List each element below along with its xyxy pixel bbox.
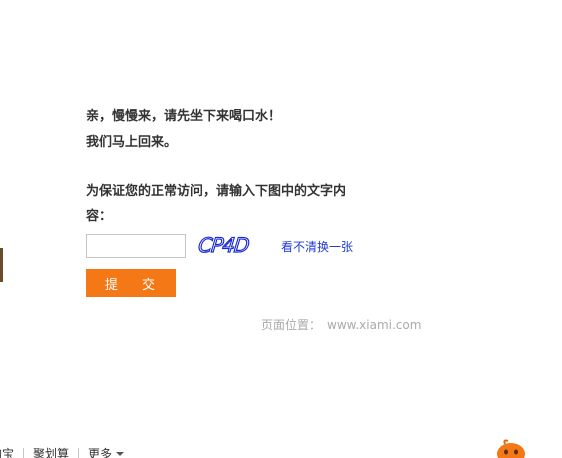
footer-item-juhuasuan[interactable]: 聚划算 (33, 445, 69, 458)
chevron-down-icon (116, 452, 125, 456)
captcha-image: CP4D (198, 232, 250, 257)
footer-more-label: 更多 (88, 446, 113, 458)
captcha-instruction: 为保证您的正常访问，请输入下图中的文字内 (86, 184, 347, 199)
decorative-edge (0, 248, 3, 282)
footer-divider (78, 447, 80, 458)
footer-divider (23, 447, 25, 458)
footer-item-taobao[interactable]: 淘宝 (0, 445, 14, 458)
captcha-instruction-continued: 容： (86, 209, 113, 224)
footer-nav: 淘宝 聚划算 更多 (0, 445, 125, 458)
message-line-1: 亲，慢慢来，请先坐下来喝口水！ (86, 109, 282, 124)
captcha-text: CP4D (198, 233, 250, 257)
refresh-captcha-link[interactable]: 看不清换一张 (281, 238, 353, 255)
page-location: 页面位置： www.xiami.com (261, 316, 421, 333)
captcha-input[interactable] (86, 234, 186, 258)
message-line-2: 我们马上回来。 (86, 135, 178, 150)
location-value: www.xiami.com (327, 318, 422, 332)
location-label: 页面位置： (261, 318, 322, 332)
footer-item-more[interactable]: 更多 (88, 445, 125, 458)
submit-button[interactable]: 提 交 (86, 269, 176, 297)
page: 亲，慢慢来，请先坐下来喝口水！ 我们马上回来。 为保证您的正常访问，请输入下图中… (0, 0, 562, 458)
mascot-icon (497, 439, 525, 458)
